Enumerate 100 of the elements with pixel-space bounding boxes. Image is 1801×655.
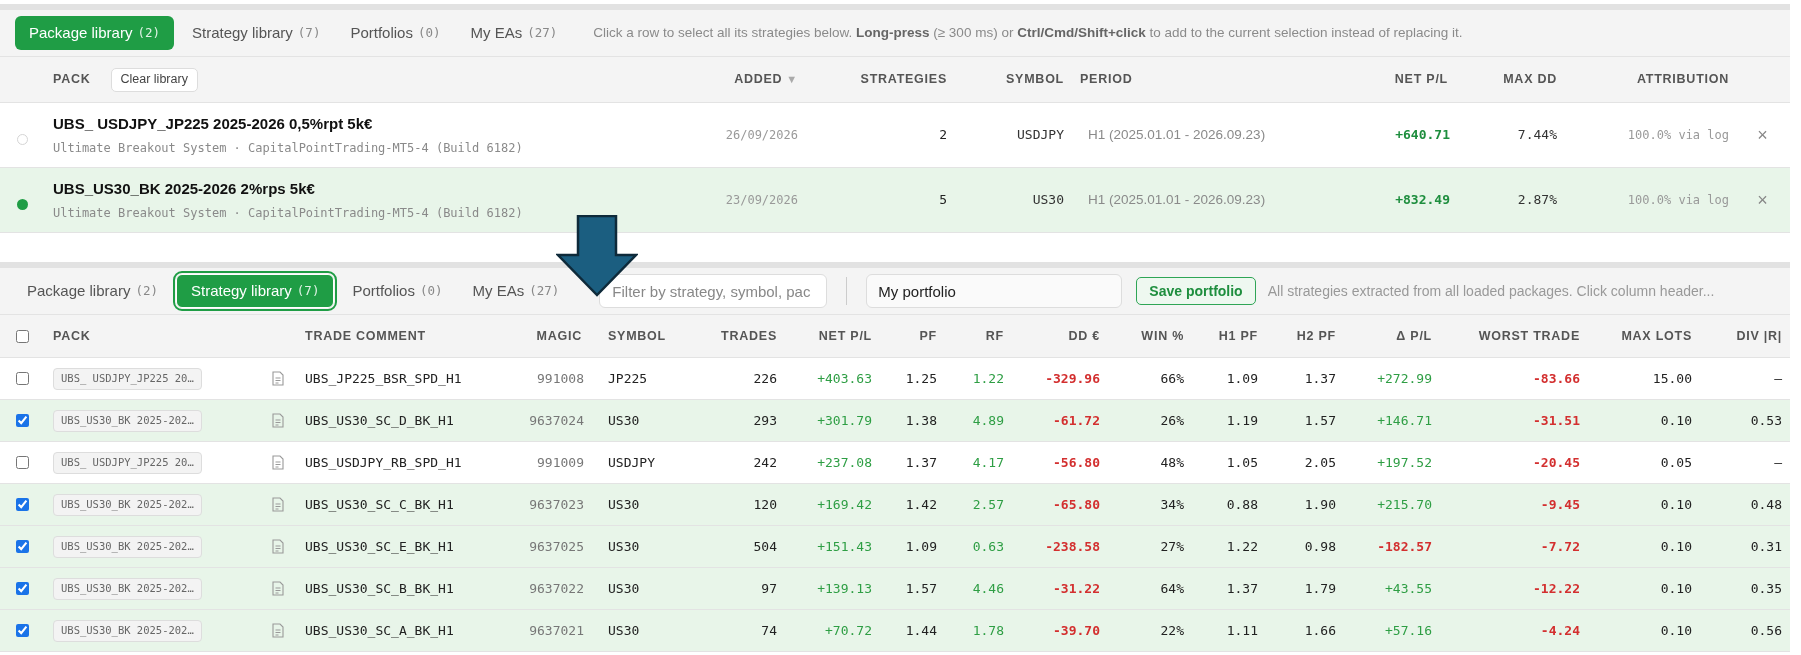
filter-field[interactable]: Filter by strategy, symbol, pac — [599, 274, 828, 308]
column-header[interactable]: TRADES — [721, 326, 777, 346]
column-header[interactable]: ADDED — [734, 70, 783, 89]
column-header[interactable]: Δ P/L — [1396, 326, 1432, 346]
table-cell-text: H1 (2025.01.01 - 2026.09.23) — [1088, 190, 1266, 209]
table-cell-text: 34% — [1160, 495, 1184, 514]
remove-button[interactable]: × — [1757, 126, 1768, 144]
table-cell-text: 1.79 — [1304, 579, 1336, 598]
table-cell-text: 0.35 — [1750, 579, 1782, 598]
column-header[interactable]: TRADE COMMENT — [305, 326, 426, 346]
strategy-row[interactable]: UBS_US30_BK 2025-202… UBS_US30_SC_A_BK_H1 9637021 US30 74 +70.72 1.44 1.78 -39.70 22% 1.11 1.66 +57.16 -4.24 0.10 0.56 — [0, 610, 1790, 652]
table-cell-text: US30 — [608, 495, 640, 514]
table-cell-text: 1.22 — [972, 369, 1004, 388]
column-header[interactable]: DIV |R| — [1736, 326, 1782, 346]
table-cell-text: 9637025 — [529, 537, 584, 556]
column-header[interactable]: MAX LOTS — [1621, 326, 1692, 346]
table-cell-text: 1.66 — [1304, 621, 1336, 640]
document-icon[interactable] — [271, 539, 284, 554]
tab[interactable]: Strategy library (7) — [179, 16, 333, 50]
column-header[interactable]: MAX DD — [1503, 70, 1557, 89]
pack-tag: UBS_US30_BK 2025-202… — [53, 535, 202, 558]
column-header[interactable]: NET P/L — [818, 326, 872, 346]
table-cell-text: 64% — [1160, 579, 1184, 598]
column-header[interactable]: RF — [985, 326, 1004, 346]
row-checkbox[interactable] — [16, 582, 29, 595]
row-checkbox[interactable] — [16, 540, 29, 553]
column-header[interactable]: DD € — [1068, 326, 1100, 346]
column-header[interactable]: ATTRIBUTION — [1636, 70, 1729, 89]
strategy-row[interactable]: UBS_US30_BK 2025-202… UBS_US30_SC_C_BK_H1 9637023 US30 120 +169.42 1.42 2.57 -65.80 34% 0.88 1.90 +215.70 -9.45 0.10 0.48 — [0, 484, 1790, 526]
document-icon[interactable] — [271, 455, 284, 470]
table-cell-text: +43.55 — [1385, 579, 1432, 598]
column-header[interactable]: H2 PF — [1296, 326, 1336, 346]
column-header[interactable]: PACK — [53, 326, 91, 346]
row-checkbox[interactable] — [16, 414, 29, 427]
save-portfolio-button[interactable]: Save portfolio — [1136, 277, 1256, 305]
table-cell-text: 504 — [753, 537, 777, 556]
document-icon[interactable] — [271, 413, 284, 428]
tab[interactable]: Package library (2) — [15, 274, 170, 308]
table-cell-text: 1.05 — [1226, 453, 1258, 472]
column-header[interactable]: SYMBOL — [1006, 70, 1064, 89]
table-cell-text: 0.63 — [972, 537, 1004, 556]
table-cell-text: 1.19 — [1226, 411, 1258, 430]
table-cell-text: US30 — [608, 411, 640, 430]
document-icon[interactable] — [271, 623, 284, 638]
table-cell-text: 1.38 — [905, 411, 937, 430]
pack-tag: UBS_US30_BK 2025-202… — [53, 619, 202, 642]
tab[interactable]: Portfolios (0) — [338, 16, 453, 50]
column-header[interactable]: PF — [919, 326, 937, 346]
document-icon[interactable] — [271, 497, 284, 512]
table-cell-text: 0.53 — [1750, 411, 1782, 430]
package-row[interactable]: UBS_US30_BK 2025-2026 2%rps 5k€ Ultimate Breakout System · CapitalPointTrading-MT5-4 (Build 6182) 23/09/2026 5 US30 H1 (2025.01.01 - 2026.09.23) +832.49 2.87% 100.0% via log × — [0, 168, 1790, 233]
column-header[interactable]: STRATEGIES — [860, 70, 947, 89]
portfolio-name-field[interactable]: My portfolio — [866, 274, 1123, 308]
table-cell-text: US30 — [608, 579, 640, 598]
table-cell-text: 100.0% via log — [1627, 127, 1729, 144]
table-cell-text: 1.57 — [905, 579, 937, 598]
strategy-row[interactable]: UBS_US30_BK 2025-202… UBS_US30_SC_E_BK_H1 9637025 US30 504 +151.43 1.09 0.63 -238.58 27% 1.22 0.98 -182.57 -7.72 0.10 0.31 — [0, 526, 1790, 568]
tab[interactable]: My EAs (27) — [460, 274, 572, 308]
column-header[interactable]: H1 PF — [1218, 326, 1258, 346]
table-cell-text: 1.09 — [1226, 369, 1258, 388]
strategy-row[interactable]: UBS_US30_BK 2025-202… UBS_US30_SC_D_BK_H1 9637024 US30 293 +301.79 1.38 4.89 -61.72 26% 1.19 1.57 +146.71 -31.51 0.10 0.53 — [0, 400, 1790, 442]
tab[interactable]: Strategy library (7) — [175, 274, 335, 308]
table-cell-text: – — [1774, 369, 1782, 388]
table-cell-text: US30 — [608, 621, 640, 640]
table-cell-text: +151.43 — [817, 537, 872, 556]
row-checkbox[interactable] — [16, 456, 29, 469]
table-cell-text: UBS_US30_SC_A_BK_H1 — [305, 621, 454, 640]
row-checkbox[interactable] — [16, 624, 29, 637]
column-header[interactable]: SYMBOL — [608, 326, 666, 346]
clear-library-button[interactable]: Clear library — [110, 67, 198, 92]
column-header[interactable]: PACK — [53, 70, 91, 89]
column-header[interactable]: WORST TRADE — [1478, 326, 1580, 346]
table-cell-text: 293 — [753, 411, 777, 430]
document-icon[interactable] — [271, 581, 284, 596]
column-header[interactable]: MAGIC — [536, 326, 582, 346]
table-cell-text: 4.17 — [972, 453, 1004, 472]
table-cell-text: +169.42 — [817, 495, 872, 514]
table-cell-text: +215.70 — [1377, 495, 1432, 514]
table-cell-text: -31.51 — [1533, 411, 1580, 430]
tab[interactable]: Portfolios (0) — [340, 274, 455, 308]
tab[interactable]: My EAs (27) — [458, 16, 570, 50]
table-cell-text: -61.72 — [1053, 411, 1100, 430]
row-checkbox[interactable] — [16, 498, 29, 511]
table-cell-text: UBS_US30_SC_D_BK_H1 — [305, 411, 454, 430]
table-cell-text: H1 (2025.01.01 - 2026.09.23) — [1088, 125, 1266, 144]
table-cell-text: 1.37 — [1304, 369, 1336, 388]
pack-tag: UBS_US30_BK 2025-202… — [53, 493, 202, 516]
table-cell-text: 0.10 — [1660, 579, 1692, 598]
table-cell-text: -182.57 — [1377, 537, 1432, 556]
table-cell-text: -56.80 — [1053, 453, 1100, 472]
table-cell-text: 97 — [761, 579, 777, 598]
tab[interactable]: Package library (2) — [15, 16, 174, 50]
column-header[interactable]: WIN % — [1141, 326, 1184, 346]
column-header[interactable]: PERIOD — [1080, 70, 1133, 89]
column-header[interactable]: NET P/L — [1394, 70, 1448, 89]
row-checkbox[interactable] — [16, 372, 29, 385]
select-all-checkbox[interactable] — [16, 329, 29, 343]
table-cell-text: 27% — [1160, 537, 1184, 556]
document-icon[interactable] — [271, 371, 284, 386]
strategy-row[interactable]: UBS_US30_BK 2025-202… UBS_US30_SC_B_BK_H1 9637022 US30 97 +139.13 1.57 4.46 -31.22 64% 1.37 1.79 +43.55 -12.22 0.10 0.35 — [0, 568, 1790, 610]
